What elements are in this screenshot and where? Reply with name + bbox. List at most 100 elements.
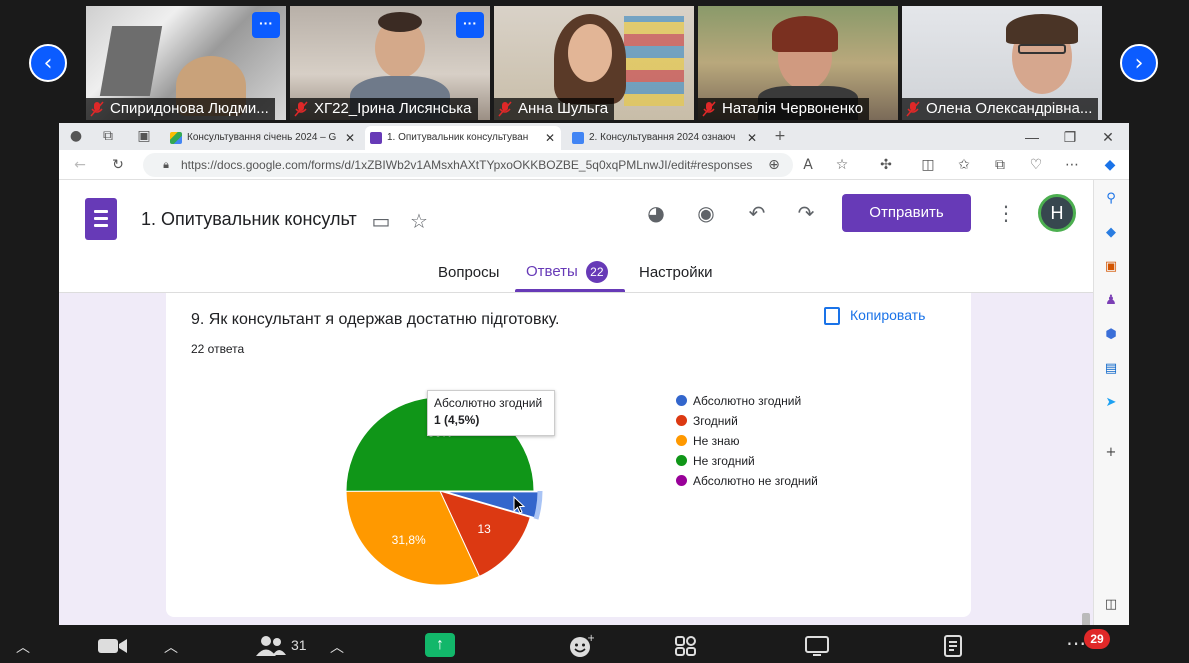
profile-icon[interactable]: ●	[65, 125, 87, 147]
outlook-icon[interactable]: ▤	[1102, 360, 1120, 378]
participant-name-bar: Спиридонова Людми...	[86, 98, 275, 120]
legend-label: Абсолютно не згодний	[693, 474, 818, 488]
favorite-star-icon[interactable]: ☆	[831, 154, 853, 176]
legend-color-dot	[676, 395, 687, 406]
shopping-tag-icon[interactable]: ◆	[1102, 224, 1120, 242]
office-icon[interactable]: ⬢	[1102, 326, 1120, 344]
close-icon[interactable]: ✕	[747, 126, 757, 150]
chevron-up-icon[interactable]: ︿	[16, 637, 30, 657]
pie-data-label: 13	[477, 522, 491, 536]
back-icon[interactable]: ←	[69, 154, 91, 176]
participant-tile[interactable]: Олена Олександрівна...	[902, 6, 1102, 120]
tab-docs[interactable]: 2. Консультування 2024 ознаюч ✕	[567, 126, 763, 150]
question-summary-card: 9. Як консультант я одержав достатню під…	[166, 293, 971, 617]
participants-icon[interactable]	[255, 635, 287, 657]
participant-name-bar: Наталія Червоненко	[698, 98, 870, 120]
preview-eye-icon[interactable]: ◉	[692, 199, 720, 227]
participant-tile[interactable]: Анна Шульга	[494, 6, 694, 120]
workspaces-icon[interactable]: ⧉	[97, 125, 119, 147]
edge-sidebar: ⚲ ◆ ▣ ♟ ⬢ ▤ ➤ + ◫	[1093, 180, 1129, 625]
responses-count-badge: 22	[585, 261, 608, 283]
apps-icon[interactable]	[674, 635, 698, 657]
extensions-icon[interactable]: ✣	[875, 154, 897, 176]
palette-icon[interactable]: ◕	[642, 199, 670, 227]
close-window-icon[interactable]: ✕	[1093, 126, 1123, 148]
copy-chart-button[interactable]: Копировать	[824, 307, 926, 326]
doc-title-text: 1. Опитувальник консульт	[141, 209, 357, 229]
zoom-icon[interactable]: ⊕	[763, 154, 785, 176]
tab-settings[interactable]: Настройки	[639, 264, 713, 281]
legend-color-dot	[676, 415, 687, 426]
url-input[interactable]: https://docs.google.com/forms/d/1xZBIWb2…	[143, 153, 793, 177]
participant-tile[interactable]: ··· ХГ22_Ірина Лисянська	[290, 6, 490, 120]
page-title[interactable]: 1. Опитувальник консульт	[141, 209, 357, 230]
star-icon[interactable]: ☆	[405, 207, 433, 235]
chevron-left-icon[interactable]: ‹	[29, 44, 67, 82]
meeting-toolbar: ︿ ︿ 31 ︿ ↑ + ⋯ 29	[0, 625, 1189, 663]
read-aloud-icon[interactable]: A	[797, 154, 819, 176]
forms-header: 1. Опитувальник консульт ▭ ☆ ◕ ◉ ↶ ↷ Отп…	[59, 180, 1093, 293]
legend-color-dot	[676, 435, 687, 446]
whiteboard-icon[interactable]	[804, 635, 830, 657]
notification-badge: 29	[1084, 629, 1110, 649]
participant-more-button[interactable]: ···	[252, 12, 280, 38]
tab-forms[interactable]: 1. Опитувальник консультуван ✕	[365, 126, 561, 150]
copy-label: Копировать	[850, 307, 926, 323]
google-forms-logo-icon[interactable]	[85, 198, 117, 240]
more-icon[interactable]: ⋯	[1066, 631, 1086, 655]
chevron-up-icon[interactable]: ︿	[330, 637, 344, 657]
collections-icon[interactable]: ⧉	[989, 154, 1011, 176]
participants-strip: ‹ ··· Спиридонова Людми... ··· ХГ22_Ірин…	[0, 0, 1189, 122]
notes-icon[interactable]	[942, 634, 964, 658]
health-icon[interactable]: ♡	[1025, 154, 1047, 176]
avatar[interactable]: H	[1038, 194, 1076, 232]
legend-color-dot	[676, 475, 687, 486]
reactions-icon[interactable]: +	[568, 633, 594, 659]
undo-icon[interactable]: ↶	[743, 199, 771, 227]
participant-name-bar: ХГ22_Ірина Лисянська	[290, 98, 478, 120]
new-tab-button[interactable]: +	[769, 125, 791, 147]
legend-label: Згодний	[693, 414, 738, 428]
minimize-icon[interactable]: —	[1017, 126, 1047, 148]
toolbox-icon[interactable]: ▣	[1102, 258, 1120, 276]
close-icon[interactable]: ✕	[545, 126, 555, 150]
folder-icon[interactable]: ▭	[367, 207, 395, 235]
split-screen-icon[interactable]: ◫	[917, 154, 939, 176]
legend-label: Не знаю	[693, 434, 740, 448]
tab-drive[interactable]: Консультування січень 2024 – G ✕	[165, 126, 361, 150]
tab-actions-icon[interactable]: ▣	[133, 125, 155, 147]
tab-label: Консультування січень 2024 – G	[187, 132, 337, 143]
search-icon[interactable]: ⚲	[1102, 190, 1120, 208]
redo-icon[interactable]: ↷	[792, 199, 820, 227]
add-icon[interactable]: +	[1102, 444, 1120, 462]
tab-label: 2. Консультування 2024 ознаюч	[589, 132, 736, 143]
site-info-icon[interactable]: 🔒︎	[155, 154, 177, 176]
close-icon[interactable]: ✕	[345, 126, 355, 150]
more-vert-icon[interactable]: ⋮	[992, 199, 1020, 227]
participant-tile[interactable]: ··· Спиридонова Людми...	[86, 6, 286, 120]
legend-item: Не згодний	[676, 451, 818, 471]
scrollbar[interactable]	[1082, 613, 1090, 625]
more-menu-icon[interactable]: ⋯	[1061, 154, 1083, 176]
chevron-up-icon[interactable]: ︿	[164, 637, 178, 657]
tab-questions[interactable]: Вопросы	[438, 264, 499, 281]
games-icon[interactable]: ♟	[1102, 292, 1120, 310]
legend-item: Згодний	[676, 411, 818, 431]
participant-name: Наталія Червоненко	[722, 100, 864, 117]
participant-name-bar: Олена Олександрівна...	[902, 98, 1099, 120]
chevron-right-icon[interactable]: ›	[1120, 44, 1158, 82]
refresh-icon[interactable]: ↻	[107, 154, 129, 176]
tab-bar: ● ⧉ ▣ Консультування січень 2024 – G ✕ 1…	[59, 123, 1129, 150]
share-screen-button[interactable]: ↑	[425, 633, 455, 657]
send-button[interactable]: Отправить	[842, 194, 971, 232]
tab-responses[interactable]: Ответы 22	[526, 261, 608, 283]
participant-more-button[interactable]: ···	[456, 12, 484, 38]
participant-tile[interactable]: Наталія Червоненко	[698, 6, 898, 120]
video-camera-icon[interactable]	[97, 637, 129, 655]
copilot-icon[interactable]: ◆	[1099, 154, 1121, 176]
send-icon[interactable]: ➤	[1102, 394, 1120, 412]
restore-icon[interactable]: ❐	[1055, 126, 1085, 148]
tab-label: Ответы	[526, 263, 578, 280]
favorites-icon[interactable]: ✩	[953, 154, 975, 176]
sidebar-toggle-icon[interactable]: ◫	[1102, 596, 1120, 614]
